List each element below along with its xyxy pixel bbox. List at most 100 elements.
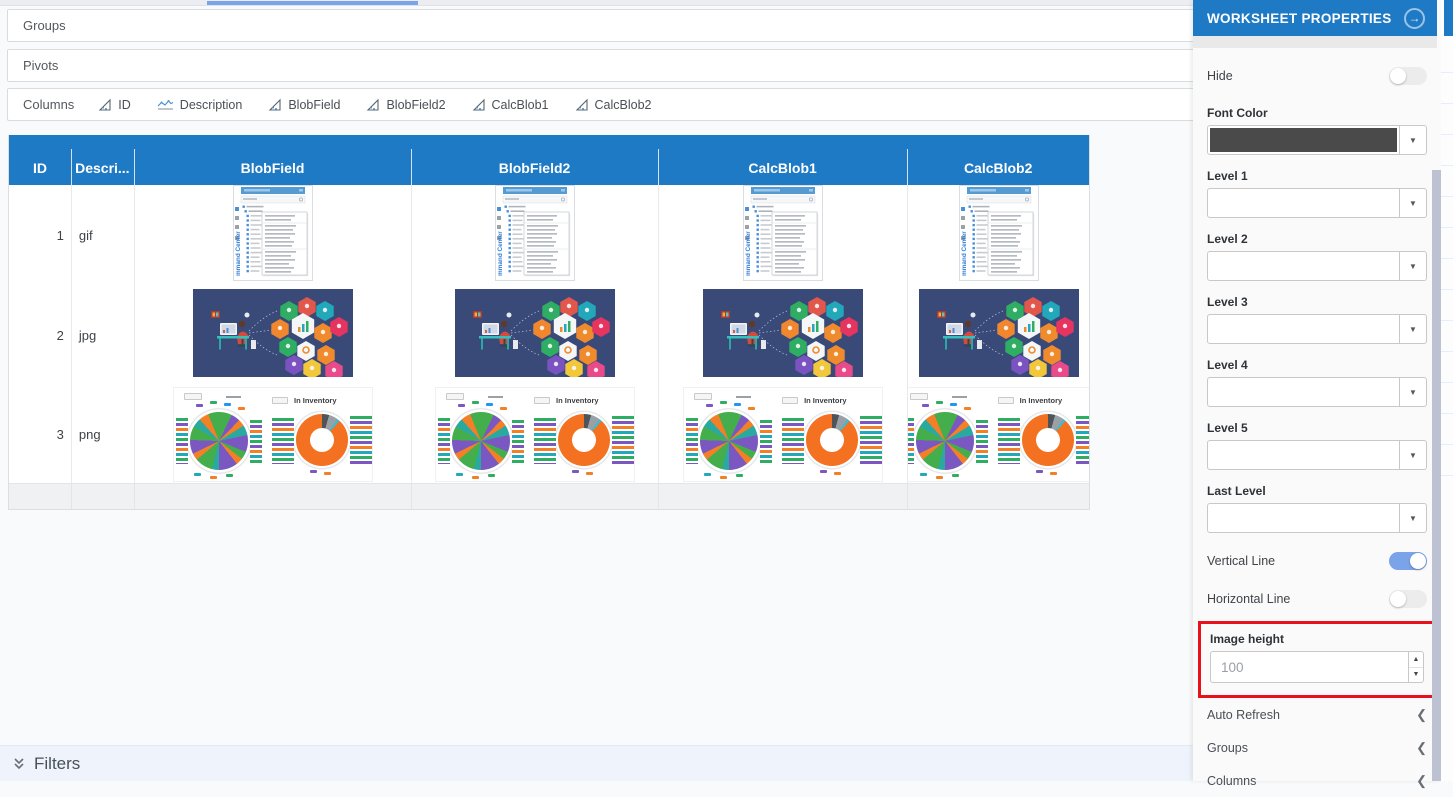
level-3-label: Level 3 bbox=[1207, 295, 1427, 309]
level-2-label: Level 2 bbox=[1207, 232, 1427, 246]
groups-dropzone-label: Groups bbox=[23, 18, 66, 33]
hexagon-infographic-image bbox=[193, 289, 353, 377]
vertical-line-row: Vertical Line bbox=[1207, 551, 1427, 571]
pie-labels-right bbox=[760, 420, 772, 464]
column-chip-blobfield[interactable]: BlobField bbox=[268, 98, 340, 112]
svg-text:mmand Center: mmand Center bbox=[235, 230, 242, 275]
font-color-swatch bbox=[1208, 126, 1399, 154]
donut-chart bbox=[1022, 414, 1074, 466]
cell-blob-image bbox=[411, 285, 658, 385]
pie-labels-right bbox=[976, 420, 988, 464]
double-chevron-down-icon bbox=[12, 756, 26, 772]
pie-donut-charts-image: In Inventory bbox=[683, 387, 883, 482]
level-1-label: Level 1 bbox=[1207, 169, 1427, 183]
column-chip-calcblob1[interactable]: CalcBlob1 bbox=[472, 98, 549, 112]
pie-chart bbox=[452, 412, 510, 470]
level-3-dropdown[interactable]: ▼ bbox=[1207, 314, 1427, 344]
font-color-picker[interactable]: ▼ bbox=[1207, 125, 1427, 155]
cell-blob-image: In Inventory bbox=[411, 385, 658, 483]
chip-label: BlobField2 bbox=[386, 98, 445, 112]
column-chip-description[interactable]: Description bbox=[157, 98, 243, 112]
horizontal-line-toggle[interactable] bbox=[1389, 590, 1427, 608]
horizontal-line-label: Horizontal Line bbox=[1207, 592, 1290, 606]
vertical-line-toggle[interactable] bbox=[1389, 552, 1427, 570]
chevron-down-icon[interactable]: ▼ bbox=[1399, 441, 1426, 469]
donut-labels-left bbox=[272, 418, 294, 464]
table-header-row: ID Descri... BlobField BlobField2 CalcBl… bbox=[9, 135, 1089, 185]
pivots-dropzone-label: Pivots bbox=[23, 58, 58, 73]
pie-donut-charts-image: In Inventory bbox=[907, 387, 1089, 482]
chevron-down-icon[interactable]: ▼ bbox=[1399, 252, 1426, 280]
horizontal-line-row: Horizontal Line bbox=[1207, 589, 1427, 609]
section-groups[interactable]: Groups ❮ bbox=[1207, 732, 1427, 764]
panel-header-shadow bbox=[1193, 36, 1437, 48]
svg-text:mmand Center: mmand Center bbox=[745, 230, 752, 275]
filters-bar[interactable]: Filters bbox=[0, 745, 1193, 781]
donut-labels-right bbox=[1076, 416, 1089, 466]
hide-toggle[interactable] bbox=[1389, 67, 1427, 85]
image-height-stepper: ▲ ▼ bbox=[1210, 651, 1424, 683]
header-blobfield[interactable]: BlobField bbox=[134, 135, 411, 185]
collapse-panel-arrow-icon[interactable]: → bbox=[1404, 8, 1425, 29]
level-4-dropdown[interactable]: ▼ bbox=[1207, 377, 1427, 407]
donut-chart-title: In Inventory bbox=[804, 396, 847, 405]
chevron-down-icon[interactable]: ▼ bbox=[1399, 126, 1426, 154]
cell-id: 1 bbox=[9, 185, 71, 285]
chart-key-button bbox=[694, 393, 712, 400]
chart-caption bbox=[226, 396, 241, 398]
hide-row: Hide bbox=[1207, 66, 1427, 86]
section-label: Groups bbox=[1207, 741, 1248, 755]
vertical-scrollbar[interactable] bbox=[1432, 170, 1441, 781]
cell-blob-image: In Inventory bbox=[134, 385, 411, 483]
donut-chart-title: In Inventory bbox=[294, 396, 337, 405]
chevron-left-icon: ❮ bbox=[1416, 740, 1427, 756]
level-2-dropdown[interactable]: ▼ bbox=[1207, 251, 1427, 281]
column-chip-calcblob2[interactable]: CalcBlob2 bbox=[575, 98, 652, 112]
section-columns[interactable]: Columns ❮ bbox=[1207, 765, 1427, 797]
header-blobfield2[interactable]: BlobField2 bbox=[411, 135, 658, 185]
level-5-dropdown[interactable]: ▼ bbox=[1207, 440, 1427, 470]
donut-chart bbox=[558, 414, 610, 466]
header-description[interactable]: Descri... bbox=[71, 135, 134, 185]
donut-labels-left bbox=[782, 418, 804, 464]
column-chip-blobfield2[interactable]: BlobField2 bbox=[366, 98, 445, 112]
chip-label: ID bbox=[118, 98, 131, 112]
pie-labels-right bbox=[512, 420, 524, 464]
chart-filter-button bbox=[534, 397, 550, 404]
level-4-field: Level 4 ▼ bbox=[1207, 358, 1427, 407]
spin-down-button[interactable]: ▼ bbox=[1409, 667, 1423, 683]
chevron-down-icon[interactable]: ▼ bbox=[1399, 315, 1426, 343]
tree-screenshot-image: mmand Center bbox=[743, 185, 823, 281]
image-height-input[interactable] bbox=[1211, 652, 1408, 682]
measure-triangle-icon bbox=[472, 98, 486, 112]
donut-labels-left bbox=[998, 418, 1020, 464]
column-chip-id[interactable]: ID bbox=[98, 98, 131, 112]
background-strip bbox=[1441, 0, 1453, 781]
chart-caption bbox=[736, 396, 751, 398]
header-calcblob1[interactable]: CalcBlob1 bbox=[658, 135, 908, 185]
level-3-field: Level 3 ▼ bbox=[1207, 295, 1427, 344]
last-level-dropdown[interactable]: ▼ bbox=[1207, 503, 1427, 533]
chevron-down-icon[interactable]: ▼ bbox=[1399, 378, 1426, 406]
cell-blob-image bbox=[907, 285, 1089, 385]
chart-filter-button bbox=[272, 397, 288, 404]
header-id[interactable]: ID bbox=[9, 135, 71, 185]
hexagon-infographic-image bbox=[919, 289, 1079, 377]
chevron-down-icon[interactable]: ▼ bbox=[1399, 189, 1426, 217]
pie-labels-left bbox=[686, 418, 698, 464]
panel-title: WORKSHEET PROPERTIES bbox=[1207, 11, 1392, 26]
pie-labels-left bbox=[907, 418, 913, 464]
secondary-panel-edge bbox=[1444, 0, 1453, 36]
header-calcblob2[interactable]: CalcBlob2 bbox=[907, 135, 1089, 185]
section-auto-refresh[interactable]: Auto Refresh ❮ bbox=[1207, 699, 1427, 731]
level-4-label: Level 4 bbox=[1207, 358, 1427, 372]
spinner: ▲ ▼ bbox=[1408, 652, 1423, 682]
active-tab-underline bbox=[207, 1, 418, 5]
chart-caption bbox=[952, 396, 967, 398]
chip-label: Description bbox=[180, 98, 243, 112]
spin-up-button[interactable]: ▲ bbox=[1409, 652, 1423, 667]
chevron-down-icon[interactable]: ▼ bbox=[1399, 504, 1426, 532]
section-label: Columns bbox=[1207, 774, 1256, 788]
cell-description: jpg bbox=[71, 285, 134, 385]
level-1-dropdown[interactable]: ▼ bbox=[1207, 188, 1427, 218]
